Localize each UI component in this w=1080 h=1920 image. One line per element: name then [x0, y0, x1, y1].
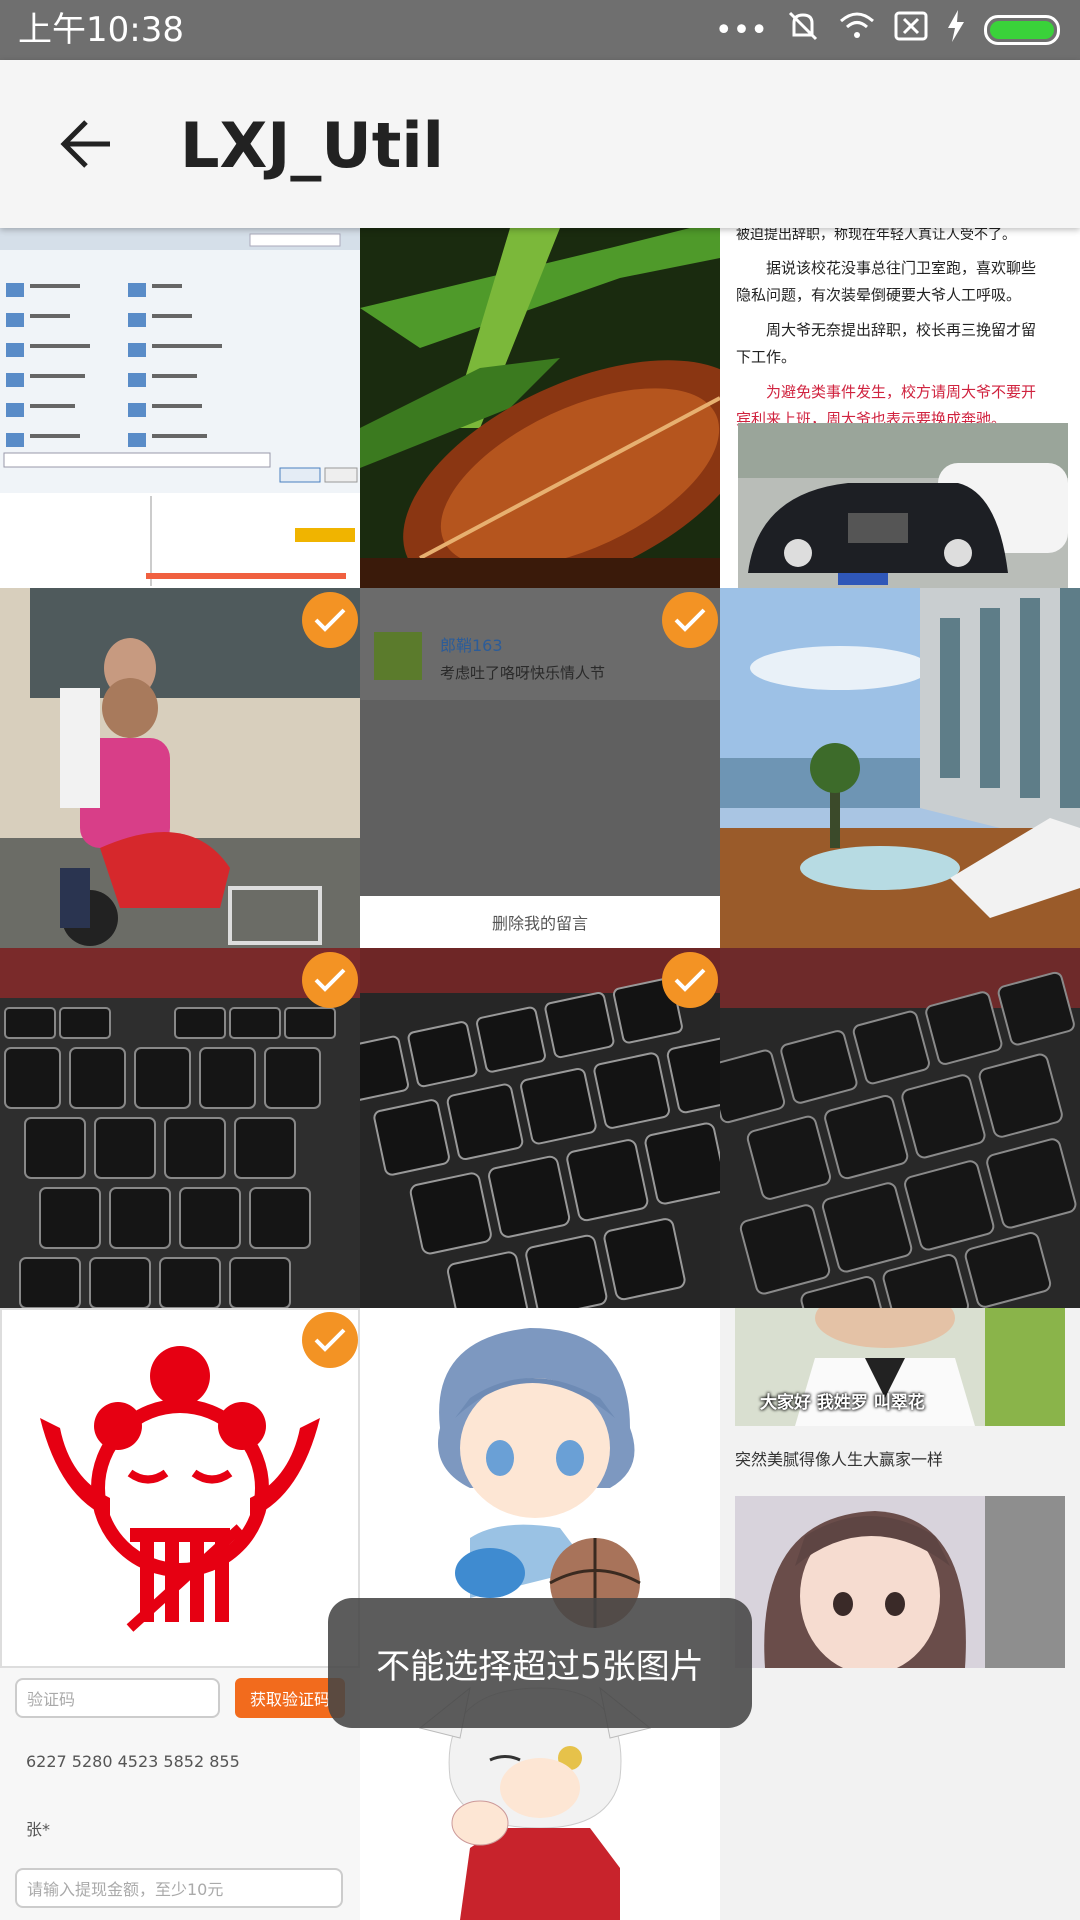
video-subtitle: 大家好 我姓罗 叫翠花: [760, 1393, 925, 1413]
status-time: 上午10:38: [18, 10, 184, 50]
photo-comment-screenshot[interactable]: 郎鞘163 考虑吐了咯呀快乐情人节 删除我的留言: [360, 588, 720, 948]
photo-keyboard-2[interactable]: [360, 948, 720, 1308]
sim-off-icon: [894, 11, 928, 49]
photo-screenshot-file-dialog[interactable]: [0, 228, 360, 588]
page-title: LXJ_Util: [180, 109, 444, 182]
wifi-icon: [838, 11, 876, 49]
selected-check-icon[interactable]: [302, 1312, 358, 1368]
news-line: 下工作。: [736, 348, 797, 366]
comment-message: 考虑吐了咯呀快乐情人节: [440, 664, 606, 682]
selected-check-icon[interactable]: [662, 592, 718, 648]
collage-caption: 突然美腻得像人生大赢家一样: [735, 1450, 944, 1469]
arrow-back-icon[interactable]: [58, 116, 114, 172]
verification-code-field: 验证码: [15, 1678, 220, 1718]
mute-icon: [786, 9, 820, 51]
comment-username: 郎鞘163: [440, 636, 503, 655]
photo-red-logo[interactable]: [0, 1308, 360, 1668]
account-name: 张*: [26, 1820, 51, 1839]
charging-icon: [946, 10, 966, 50]
news-line: 隐私问题，有次装晕倒硬要大爷人工呼吸。: [736, 286, 1022, 304]
delete-comment-label: 删除我的留言: [491, 914, 588, 933]
photo-girl-collage[interactable]: 大家好 我姓罗 叫翠花 突然美腻得像人生大赢家一样: [720, 1308, 1080, 1920]
card-number: 6227 5280 4523 5852 855: [26, 1752, 240, 1771]
news-line: 据说该校花没事总往门卫室跑，喜欢聊些: [766, 259, 1037, 277]
photo-bus-motorcycle[interactable]: [0, 588, 360, 948]
news-line: 周大爷无奈提出辞职，校长再三挽留才留: [766, 321, 1037, 339]
news-line: 为避免类事件发生，校方请周大爷不要开: [766, 383, 1037, 401]
amount-field: 请输入提现金额，至少10元: [15, 1868, 343, 1908]
photo-form-screenshot[interactable]: 验证码 获取验证码 6227 5280 4523 5852 855 张* 请输入…: [0, 1668, 360, 1920]
photo-keyboard-3[interactable]: [720, 948, 1080, 1308]
photo-autumn-leaf[interactable]: [360, 228, 720, 588]
more-dots-icon: •••: [714, 12, 768, 48]
selected-check-icon[interactable]: [662, 952, 718, 1008]
photo-keyboard-1[interactable]: [0, 948, 360, 1308]
battery-icon: [984, 15, 1060, 45]
news-line: 被迫提出辞职，称现在年轻人真让人受不了。: [736, 228, 1016, 243]
status-bar: 上午10:38 •••: [0, 0, 1080, 60]
toast-message: 不能选择超过5张图片: [328, 1598, 752, 1728]
selected-check-icon[interactable]: [302, 592, 358, 648]
photo-hotel-pool[interactable]: [720, 588, 1080, 948]
status-icons: •••: [715, 10, 1060, 50]
selected-check-icon[interactable]: [302, 952, 358, 1008]
app-bar: LXJ_Util: [0, 60, 1080, 228]
photo-news-article-car[interactable]: 被迫提出辞职，称现在年轻人真让人受不了。 据说该校花没事总往门卫室跑，喜欢聊些 …: [720, 228, 1080, 588]
